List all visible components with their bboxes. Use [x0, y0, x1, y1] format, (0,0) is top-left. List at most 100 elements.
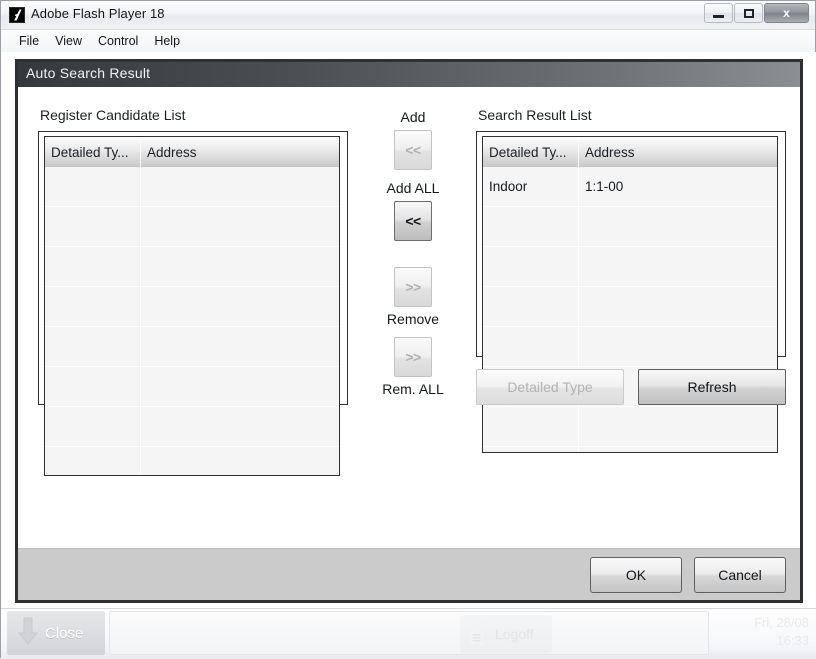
table-row[interactable] [45, 207, 339, 247]
cell-detailed-type [483, 407, 579, 446]
cell-address [141, 447, 339, 475]
table-row[interactable] [45, 447, 339, 475]
table-row[interactable] [483, 327, 777, 367]
cell-detailed-type [45, 327, 141, 366]
date-text: Fri, 28/08 [754, 615, 809, 630]
cell-address [141, 287, 339, 326]
table-row[interactable] [45, 367, 339, 407]
ok-button[interactable]: OK [590, 557, 682, 593]
cell-address [141, 367, 339, 406]
menu-item-view[interactable]: View [47, 32, 90, 50]
search-result-list-label: Search Result List [478, 107, 592, 123]
cell-address [579, 247, 777, 286]
cell-detailed-type [45, 247, 141, 286]
window-controls: x [703, 3, 809, 23]
dialog-title: Auto Search Result [26, 65, 151, 81]
cell-address: 1:1-00 [585, 179, 624, 194]
cell-address [141, 167, 339, 206]
cell-address [579, 327, 777, 366]
logoff-button[interactable]: Logoff [460, 615, 552, 653]
status-bar-center: Logoff [109, 611, 709, 655]
menubar: File View Control Help [1, 30, 815, 52]
maximize-icon [735, 4, 762, 22]
cell-address [141, 407, 339, 446]
cell-address [141, 327, 339, 366]
cell-detailed-type [45, 167, 141, 206]
refresh-button[interactable]: Refresh [638, 369, 786, 405]
close-button-label: Close [45, 624, 84, 642]
cell-address [579, 407, 777, 446]
search-result-list-body: Indoor 1:1-00 [483, 167, 777, 452]
cell-detailed-type [45, 447, 141, 475]
cell-detailed-type [45, 407, 141, 446]
search-result-list-header: Detailed Ty... Address [483, 137, 777, 167]
table-row[interactable] [483, 407, 777, 447]
cell-address [579, 207, 777, 246]
cancel-button[interactable]: Cancel [694, 557, 786, 593]
register-candidate-list-label: Register Candidate List [40, 107, 186, 123]
cell-address [579, 287, 777, 326]
window-titlebar: Adobe Flash Player 18 x [1, 1, 815, 30]
flash-stage: Auto Search Result Register Candidate Li… [1, 52, 816, 608]
column-header-detailed-type[interactable]: Detailed Ty... [483, 137, 579, 167]
dialog-header: Auto Search Result [18, 62, 800, 87]
datetime-display: Fri, 28/08 16:33 [713, 614, 809, 650]
cell-detailed-type: Indoor [483, 167, 579, 206]
auto-search-result-dialog: Auto Search Result Register Candidate Li… [15, 59, 803, 603]
table-row[interactable] [45, 287, 339, 327]
add-label: Add [400, 109, 426, 125]
logoff-button-label: Logoff [495, 626, 534, 642]
menu-item-help[interactable]: Help [146, 32, 188, 50]
table-row[interactable] [45, 247, 339, 287]
add-all-button[interactable]: << [394, 201, 432, 241]
cell-detailed-type [483, 207, 579, 246]
cell-address [579, 447, 777, 452]
table-row[interactable] [45, 327, 339, 367]
cell-detailed-type [483, 327, 579, 366]
cell-address [141, 247, 339, 286]
remove-label: Remove [386, 311, 440, 327]
cell-detailed-type [45, 367, 141, 406]
flash-logo-icon [9, 7, 25, 23]
search-result-list-container: Detailed Ty... Address Indoor 1:1-00 [476, 131, 786, 453]
cell-detailed-type [45, 207, 141, 246]
remove-all-button[interactable]: >> [394, 337, 432, 377]
table-row[interactable]: Indoor 1:1-00 [483, 167, 777, 207]
add-button[interactable]: << [394, 130, 432, 170]
column-header-detailed-type[interactable]: Detailed Ty... [45, 137, 141, 167]
detailed-type-button[interactable]: Detailed Type [476, 369, 624, 405]
dialog-footer: OK Cancel [18, 548, 800, 600]
cell-address [141, 207, 339, 246]
menu-item-control[interactable]: Control [90, 32, 146, 50]
add-all-label: Add ALL [386, 180, 440, 196]
register-candidate-list-body [45, 167, 339, 475]
close-button[interactable]: Close [7, 611, 105, 655]
application-window: Adobe Flash Player 18 x File View Contro… [0, 0, 816, 659]
register-candidate-list-grid[interactable]: Detailed Ty... Address [44, 136, 340, 476]
column-header-address[interactable]: Address [579, 137, 635, 167]
minimize-button[interactable] [704, 3, 733, 23]
remove-button[interactable]: >> [394, 267, 432, 307]
time-text: 16:33 [776, 633, 809, 648]
close-window-button[interactable]: x [764, 3, 809, 23]
cell-detailed-type [483, 287, 579, 326]
table-row[interactable] [483, 287, 777, 327]
down-arrow-icon [17, 616, 39, 651]
remove-all-label: Rem. ALL [382, 381, 444, 397]
menu-item-file[interactable]: File [11, 32, 47, 50]
cell-detailed-type [483, 247, 579, 286]
close-icon: x [783, 6, 790, 20]
cell-detailed-type [483, 447, 579, 452]
maximize-button[interactable] [734, 3, 763, 23]
table-row[interactable] [45, 167, 339, 207]
search-result-list-grid[interactable]: Detailed Ty... Address Indoor 1:1-00 [482, 136, 778, 453]
register-candidate-list-header: Detailed Ty... Address [45, 137, 339, 167]
cell-detailed-type [45, 287, 141, 326]
open-padlock-icon [466, 617, 492, 652]
table-row[interactable] [483, 207, 777, 247]
dialog-body: Register Candidate List Detailed Ty... A… [18, 87, 800, 548]
table-row[interactable] [483, 247, 777, 287]
column-header-address[interactable]: Address [141, 137, 197, 167]
table-row[interactable] [45, 407, 339, 447]
table-row[interactable] [483, 447, 777, 452]
